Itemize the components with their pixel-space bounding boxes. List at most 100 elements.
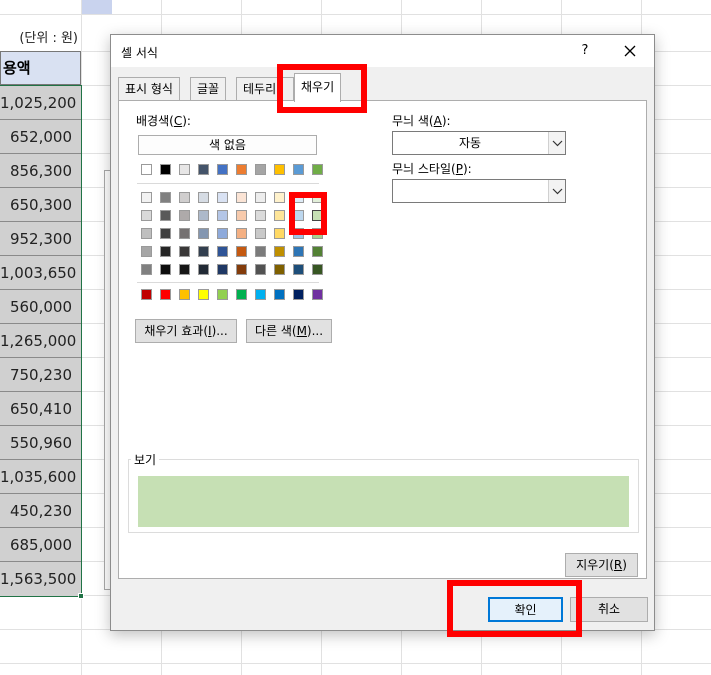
color-swatch[interactable] — [160, 228, 171, 239]
tab-fill[interactable]: 채우기 — [294, 73, 342, 102]
color-swatch[interactable] — [141, 192, 152, 203]
fill-effects-button[interactable]: 채우기 효과(I)... — [135, 319, 237, 343]
color-swatch[interactable] — [236, 228, 247, 239]
color-swatch[interactable] — [236, 289, 247, 300]
color-swatch[interactable] — [217, 246, 228, 257]
help-button[interactable]: ? — [573, 39, 597, 63]
color-swatch[interactable] — [217, 164, 228, 175]
color-swatch[interactable] — [160, 210, 171, 221]
color-swatch[interactable] — [274, 192, 285, 203]
color-swatch[interactable] — [141, 264, 152, 275]
color-swatch[interactable] — [198, 246, 209, 257]
amount-cell[interactable]: 652,000 — [0, 120, 81, 154]
clear-button[interactable]: 지우기(R) — [565, 553, 638, 577]
color-swatch[interactable] — [217, 264, 228, 275]
color-swatch[interactable] — [160, 246, 171, 257]
color-swatch[interactable] — [141, 210, 152, 221]
color-swatch[interactable] — [255, 264, 266, 275]
fill-handle[interactable] — [78, 593, 84, 599]
color-swatch[interactable] — [236, 246, 247, 257]
amount-cell[interactable]: 560,000 — [0, 290, 81, 324]
amount-cell[interactable]: 450,230 — [0, 494, 81, 528]
color-swatch[interactable] — [274, 210, 285, 221]
tab-font[interactable]: 글꼴 — [190, 77, 227, 101]
color-swatch[interactable] — [274, 246, 285, 257]
amount-cell[interactable]: 650,410 — [0, 392, 81, 426]
pattern-style-value — [393, 180, 547, 202]
color-swatch[interactable] — [198, 164, 209, 175]
color-swatch[interactable] — [236, 164, 247, 175]
tab-number-format[interactable]: 표시 형식 — [118, 77, 180, 101]
color-swatch[interactable] — [293, 264, 304, 275]
color-swatch[interactable] — [293, 164, 304, 175]
color-swatch[interactable] — [255, 228, 266, 239]
background-color-label: 배경색(C): — [136, 114, 191, 128]
color-swatch[interactable] — [198, 264, 209, 275]
color-swatch[interactable] — [217, 289, 228, 300]
color-swatch[interactable] — [179, 210, 190, 221]
amount-cell[interactable]: 952,300 — [0, 222, 81, 256]
dialog-title: 셀 서식 — [121, 46, 158, 60]
amount-cell[interactable]: 650,300 — [0, 188, 81, 222]
amount-cell[interactable]: 856,300 — [0, 154, 81, 188]
color-swatch[interactable] — [198, 228, 209, 239]
more-colors-button[interactable]: 다른 색(M)... — [246, 319, 332, 343]
color-swatch[interactable] — [255, 210, 266, 221]
color-swatch[interactable] — [312, 164, 323, 175]
color-swatch[interactable] — [255, 164, 266, 175]
color-swatch[interactable] — [141, 289, 152, 300]
color-swatch[interactable] — [198, 192, 209, 203]
color-swatch[interactable] — [198, 289, 209, 300]
color-swatch[interactable] — [274, 289, 285, 300]
amount-column-selection[interactable]: 1,025,200 652,000 856,300 650,300 952,300 1,0… — [0, 85, 82, 597]
color-swatch[interactable] — [179, 164, 190, 175]
amount-cell[interactable]: 1,563,500 — [0, 562, 81, 596]
color-swatch[interactable] — [217, 228, 228, 239]
color-swatch[interactable] — [179, 246, 190, 257]
color-swatch[interactable] — [255, 289, 266, 300]
color-swatch[interactable] — [160, 164, 171, 175]
pattern-color-dropdown[interactable]: 자동 — [392, 131, 566, 155]
pattern-color-value: 자동 — [458, 136, 482, 150]
color-swatch[interactable] — [217, 192, 228, 203]
color-swatch[interactable] — [293, 289, 304, 300]
color-swatch[interactable] — [179, 264, 190, 275]
color-swatch[interactable] — [141, 246, 152, 257]
color-swatch[interactable] — [312, 246, 323, 257]
color-swatch[interactable] — [236, 210, 247, 221]
pattern-style-dropdown[interactable] — [392, 179, 566, 203]
color-swatch[interactable] — [255, 246, 266, 257]
color-swatch[interactable] — [312, 289, 323, 300]
amount-cell[interactable]: 1,003,650 — [0, 256, 81, 290]
color-swatch[interactable] — [255, 192, 266, 203]
close-button[interactable] — [616, 39, 644, 63]
color-swatch[interactable] — [274, 228, 285, 239]
amount-cell[interactable]: 550,960 — [0, 426, 81, 460]
amount-cell[interactable]: 750,230 — [0, 358, 81, 392]
format-cells-dialog: 셀 서식 ? 표시 형식 글꼴 테두리 채우기 배경색(C): 색 없음 채우기… — [110, 34, 655, 631]
amount-cell[interactable]: 1,035,600 — [0, 460, 81, 494]
color-swatch[interactable] — [217, 210, 228, 221]
color-swatch[interactable] — [160, 289, 171, 300]
no-color-button[interactable]: 색 없음 — [138, 135, 317, 155]
preview-swatch — [138, 476, 629, 527]
color-swatch[interactable] — [179, 192, 190, 203]
color-swatch[interactable] — [179, 228, 190, 239]
color-swatch[interactable] — [160, 192, 171, 203]
color-swatch[interactable] — [198, 210, 209, 221]
color-swatch[interactable] — [236, 264, 247, 275]
amount-cell[interactable]: 1,025,200 — [0, 86, 81, 120]
amount-header-cell[interactable]: 용액 — [0, 51, 81, 85]
color-swatch[interactable] — [236, 192, 247, 203]
color-swatch[interactable] — [160, 264, 171, 275]
color-swatch[interactable] — [293, 246, 304, 257]
color-swatch[interactable] — [312, 264, 323, 275]
color-swatch[interactable] — [274, 264, 285, 275]
dialog-titlebar[interactable]: 셀 서식 ? — [111, 35, 654, 67]
amount-cell[interactable]: 1,265,000 — [0, 324, 81, 358]
color-swatch[interactable] — [141, 164, 152, 175]
color-swatch[interactable] — [274, 164, 285, 175]
color-swatch[interactable] — [179, 289, 190, 300]
amount-cell[interactable]: 685,000 — [0, 528, 81, 562]
color-swatch[interactable] — [141, 228, 152, 239]
